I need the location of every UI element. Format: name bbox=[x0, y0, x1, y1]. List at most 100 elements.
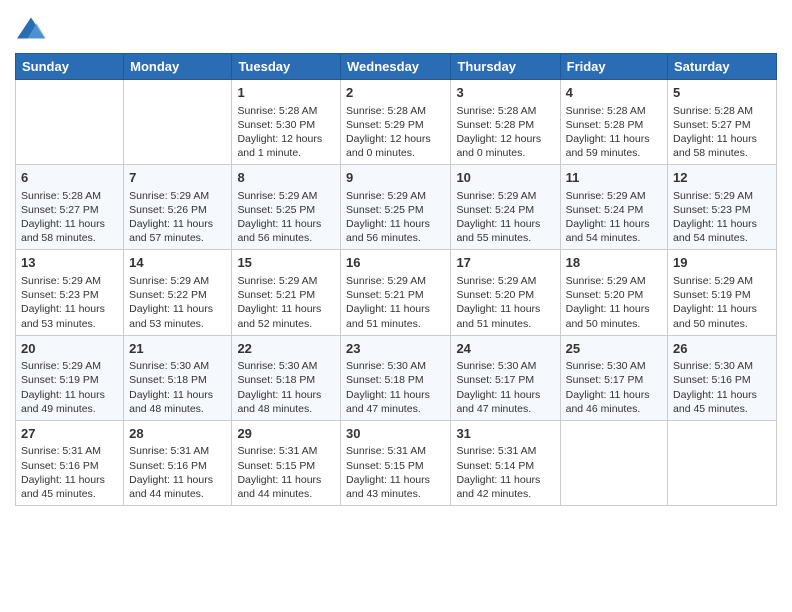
day-info: Sunset: 5:15 PM bbox=[237, 459, 335, 473]
day-header-sunday: Sunday bbox=[16, 54, 124, 80]
calendar-body: 1Sunrise: 5:28 AMSunset: 5:30 PMDaylight… bbox=[16, 80, 777, 506]
day-info: Sunrise: 5:28 AM bbox=[566, 104, 662, 118]
day-number: 6 bbox=[21, 169, 118, 187]
day-info: Sunrise: 5:29 AM bbox=[456, 189, 554, 203]
day-number: 26 bbox=[673, 340, 771, 358]
day-number: 9 bbox=[346, 169, 445, 187]
calendar-cell: 22Sunrise: 5:30 AMSunset: 5:18 PMDayligh… bbox=[232, 335, 341, 420]
day-number: 24 bbox=[456, 340, 554, 358]
day-info: Sunrise: 5:31 AM bbox=[237, 444, 335, 458]
day-info: Daylight: 11 hours and 56 minutes. bbox=[237, 217, 335, 245]
day-info: Daylight: 11 hours and 45 minutes. bbox=[21, 473, 118, 501]
day-info: Sunrise: 5:29 AM bbox=[456, 274, 554, 288]
day-info: Daylight: 11 hours and 54 minutes. bbox=[673, 217, 771, 245]
day-info: Sunrise: 5:31 AM bbox=[456, 444, 554, 458]
day-header-wednesday: Wednesday bbox=[341, 54, 451, 80]
calendar-cell: 15Sunrise: 5:29 AMSunset: 5:21 PMDayligh… bbox=[232, 250, 341, 335]
header bbox=[15, 10, 777, 47]
day-info: Sunset: 5:16 PM bbox=[21, 459, 118, 473]
calendar-cell: 26Sunrise: 5:30 AMSunset: 5:16 PMDayligh… bbox=[668, 335, 777, 420]
calendar-cell: 21Sunrise: 5:30 AMSunset: 5:18 PMDayligh… bbox=[124, 335, 232, 420]
calendar-cell: 5Sunrise: 5:28 AMSunset: 5:27 PMDaylight… bbox=[668, 80, 777, 165]
day-info: Sunset: 5:30 PM bbox=[237, 118, 335, 132]
day-info: Sunset: 5:28 PM bbox=[566, 118, 662, 132]
calendar-cell: 18Sunrise: 5:29 AMSunset: 5:20 PMDayligh… bbox=[560, 250, 667, 335]
day-info: Daylight: 11 hours and 53 minutes. bbox=[21, 302, 118, 330]
day-info: Sunrise: 5:30 AM bbox=[237, 359, 335, 373]
day-number: 30 bbox=[346, 425, 445, 443]
calendar-cell bbox=[668, 420, 777, 505]
day-info: Daylight: 11 hours and 42 minutes. bbox=[456, 473, 554, 501]
day-number: 5 bbox=[673, 84, 771, 102]
logo-icon bbox=[17, 14, 45, 42]
day-info: Sunset: 5:24 PM bbox=[456, 203, 554, 217]
day-info: Sunset: 5:25 PM bbox=[346, 203, 445, 217]
day-info: Sunset: 5:21 PM bbox=[237, 288, 335, 302]
day-number: 7 bbox=[129, 169, 226, 187]
day-info: Sunset: 5:16 PM bbox=[673, 373, 771, 387]
day-info: Sunrise: 5:29 AM bbox=[129, 274, 226, 288]
day-info: Daylight: 11 hours and 46 minutes. bbox=[566, 388, 662, 416]
day-info: Daylight: 11 hours and 47 minutes. bbox=[346, 388, 445, 416]
day-info: Sunrise: 5:29 AM bbox=[21, 274, 118, 288]
day-info: Daylight: 12 hours and 0 minutes. bbox=[346, 132, 445, 160]
day-info: Sunset: 5:21 PM bbox=[346, 288, 445, 302]
calendar-cell: 23Sunrise: 5:30 AMSunset: 5:18 PMDayligh… bbox=[341, 335, 451, 420]
logo bbox=[15, 14, 45, 47]
calendar-cell: 7Sunrise: 5:29 AMSunset: 5:26 PMDaylight… bbox=[124, 165, 232, 250]
day-info: Daylight: 11 hours and 48 minutes. bbox=[237, 388, 335, 416]
day-header-friday: Friday bbox=[560, 54, 667, 80]
day-info: Daylight: 12 hours and 0 minutes. bbox=[456, 132, 554, 160]
day-info: Sunset: 5:17 PM bbox=[456, 373, 554, 387]
day-number: 13 bbox=[21, 254, 118, 272]
calendar-cell: 3Sunrise: 5:28 AMSunset: 5:28 PMDaylight… bbox=[451, 80, 560, 165]
calendar-cell: 4Sunrise: 5:28 AMSunset: 5:28 PMDaylight… bbox=[560, 80, 667, 165]
calendar-cell: 31Sunrise: 5:31 AMSunset: 5:14 PMDayligh… bbox=[451, 420, 560, 505]
day-number: 29 bbox=[237, 425, 335, 443]
day-number: 21 bbox=[129, 340, 226, 358]
day-info: Sunrise: 5:31 AM bbox=[346, 444, 445, 458]
day-number: 10 bbox=[456, 169, 554, 187]
day-info: Sunset: 5:20 PM bbox=[566, 288, 662, 302]
day-info: Sunset: 5:15 PM bbox=[346, 459, 445, 473]
day-info: Sunrise: 5:30 AM bbox=[566, 359, 662, 373]
page: SundayMondayTuesdayWednesdayThursdayFrid… bbox=[0, 0, 792, 521]
day-number: 25 bbox=[566, 340, 662, 358]
day-number: 8 bbox=[237, 169, 335, 187]
day-info: Sunset: 5:27 PM bbox=[21, 203, 118, 217]
calendar-header-row: SundayMondayTuesdayWednesdayThursdayFrid… bbox=[16, 54, 777, 80]
day-number: 20 bbox=[21, 340, 118, 358]
day-info: Sunset: 5:17 PM bbox=[566, 373, 662, 387]
day-info: Sunset: 5:23 PM bbox=[21, 288, 118, 302]
day-info: Daylight: 11 hours and 48 minutes. bbox=[129, 388, 226, 416]
day-info: Sunrise: 5:29 AM bbox=[346, 274, 445, 288]
calendar-week-row: 27Sunrise: 5:31 AMSunset: 5:16 PMDayligh… bbox=[16, 420, 777, 505]
day-info: Sunrise: 5:31 AM bbox=[129, 444, 226, 458]
day-header-saturday: Saturday bbox=[668, 54, 777, 80]
calendar-cell: 8Sunrise: 5:29 AMSunset: 5:25 PMDaylight… bbox=[232, 165, 341, 250]
day-info: Sunrise: 5:30 AM bbox=[673, 359, 771, 373]
day-info: Sunset: 5:26 PM bbox=[129, 203, 226, 217]
day-number: 18 bbox=[566, 254, 662, 272]
calendar-cell: 14Sunrise: 5:29 AMSunset: 5:22 PMDayligh… bbox=[124, 250, 232, 335]
day-info: Daylight: 11 hours and 51 minutes. bbox=[456, 302, 554, 330]
calendar-cell: 2Sunrise: 5:28 AMSunset: 5:29 PMDaylight… bbox=[341, 80, 451, 165]
calendar-cell: 29Sunrise: 5:31 AMSunset: 5:15 PMDayligh… bbox=[232, 420, 341, 505]
day-number: 19 bbox=[673, 254, 771, 272]
calendar-week-row: 13Sunrise: 5:29 AMSunset: 5:23 PMDayligh… bbox=[16, 250, 777, 335]
day-info: Sunset: 5:29 PM bbox=[346, 118, 445, 132]
day-number: 2 bbox=[346, 84, 445, 102]
calendar-cell: 1Sunrise: 5:28 AMSunset: 5:30 PMDaylight… bbox=[232, 80, 341, 165]
day-number: 23 bbox=[346, 340, 445, 358]
day-number: 3 bbox=[456, 84, 554, 102]
calendar-cell: 19Sunrise: 5:29 AMSunset: 5:19 PMDayligh… bbox=[668, 250, 777, 335]
day-number: 17 bbox=[456, 254, 554, 272]
day-number: 31 bbox=[456, 425, 554, 443]
calendar-cell: 13 Sunrise: 5:29 AMSunset: 5:23 PMDayligh… bbox=[16, 250, 124, 335]
calendar-cell: 30Sunrise: 5:31 AMSunset: 5:15 PMDayligh… bbox=[341, 420, 451, 505]
day-info: Sunset: 5:18 PM bbox=[346, 373, 445, 387]
calendar-cell bbox=[16, 80, 124, 165]
day-info: Sunrise: 5:28 AM bbox=[673, 104, 771, 118]
day-info: Daylight: 11 hours and 55 minutes. bbox=[456, 217, 554, 245]
day-info: Sunrise: 5:30 AM bbox=[346, 359, 445, 373]
